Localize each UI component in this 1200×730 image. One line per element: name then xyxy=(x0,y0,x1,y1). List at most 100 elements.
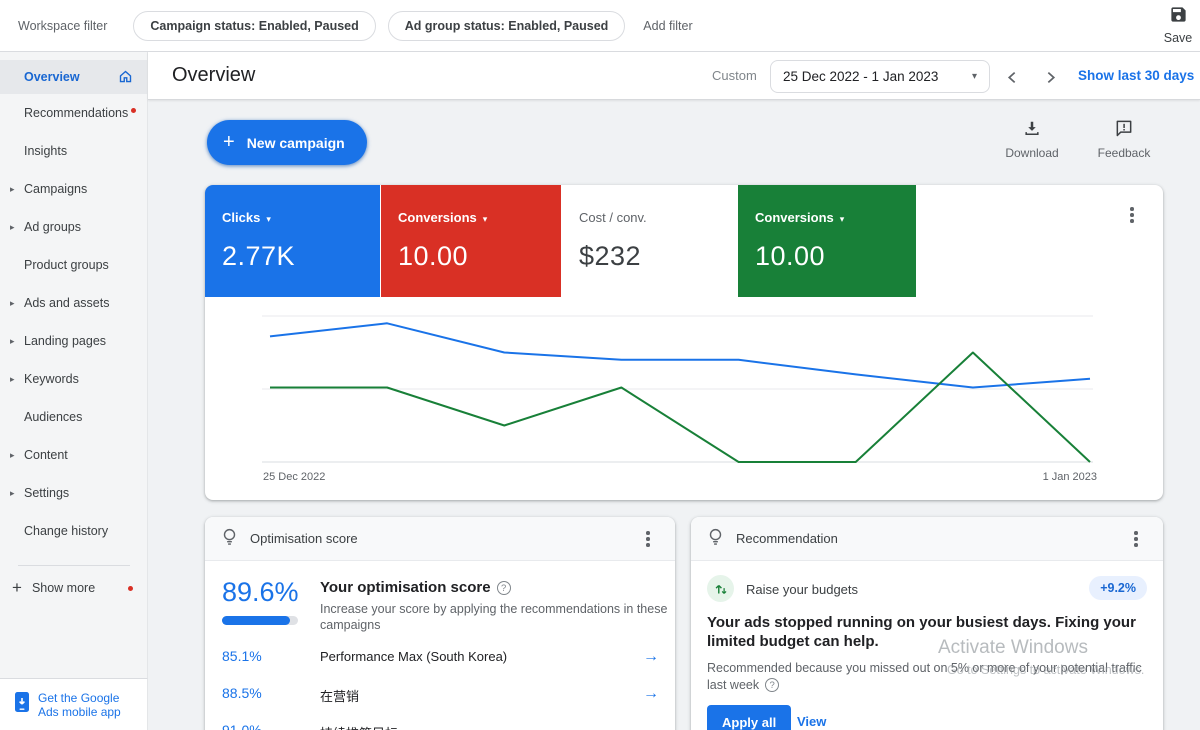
metric-card-conversions[interactable]: Conversions▾ 10.00 xyxy=(381,185,562,297)
chevron-down-icon: ▾ xyxy=(483,214,488,224)
metric-card-clicks[interactable]: Clicks▾ 2.77K xyxy=(205,185,381,297)
save-button[interactable]: Save xyxy=(1148,5,1200,45)
sidebar-item-product-groups[interactable]: Product groups xyxy=(0,246,147,284)
workspace-filter-label: Workspace filter xyxy=(18,19,107,33)
optimisation-score-progress-bar xyxy=(222,616,298,625)
sidebar-item-audiences[interactable]: Audiences xyxy=(0,398,147,436)
sidebar-item-label: Ad groups xyxy=(24,220,81,234)
sidebar-item-content[interactable]: ▸ Content xyxy=(0,436,147,474)
download-label: Download xyxy=(1000,146,1064,160)
chart-card-menu-button[interactable] xyxy=(1123,205,1141,225)
date-range-selector[interactable]: 25 Dec 2022 - 1 Jan 2023 ▾ xyxy=(770,60,990,93)
optimisation-subtitle: Increase your score by applying the reco… xyxy=(320,601,668,633)
campaign-score-row[interactable]: 91.0% 持续推筹目标 → xyxy=(205,722,675,730)
sidebar-item-ad-groups[interactable]: ▸ Ad groups xyxy=(0,208,147,246)
previous-period-button[interactable] xyxy=(1000,65,1024,89)
download-button[interactable]: Download xyxy=(1000,118,1064,160)
campaign-status-filter-chip[interactable]: Campaign status: Enabled, Paused xyxy=(133,11,375,41)
right-arrow-icon[interactable]: → xyxy=(643,685,659,703)
card-header: Recommendation xyxy=(691,517,1163,561)
plus-icon: + xyxy=(223,131,235,154)
sidebar-item-ads-and-assets[interactable]: ▸ Ads and assets xyxy=(0,284,147,322)
campaign-score: 91.0% xyxy=(222,722,262,730)
show-last-30-days-button[interactable]: Show last 30 days xyxy=(1078,68,1194,83)
card-title: Optimisation score xyxy=(250,531,358,546)
sidebar-item-label: Landing pages xyxy=(24,334,106,348)
sidebar-item-landing-pages[interactable]: ▸ Landing pages xyxy=(0,322,147,360)
sidebar-divider xyxy=(18,565,130,566)
sidebar-item-insights[interactable]: Insights xyxy=(0,132,147,170)
metric-value: 10.00 xyxy=(755,241,916,272)
sidebar-item-label: Audiences xyxy=(24,410,82,424)
recommendation-item-title[interactable]: Raise your budgets xyxy=(746,582,858,597)
optimisation-card-menu-button[interactable] xyxy=(639,529,657,549)
feedback-button[interactable]: Feedback xyxy=(1092,118,1156,160)
sidebar-item-settings[interactable]: ▸ Settings xyxy=(0,474,147,512)
help-icon[interactable]: ? xyxy=(765,678,779,692)
new-campaign-label: New campaign xyxy=(247,135,345,151)
sidebar: Overview Recommendations Insights ▸ Camp… xyxy=(0,52,148,730)
optimisation-title: Your optimisation score? xyxy=(320,579,511,596)
campaign-score: 88.5% xyxy=(222,685,262,701)
recommendation-card-menu-button[interactable] xyxy=(1127,529,1145,549)
right-arrow-icon[interactable]: → xyxy=(643,648,659,666)
add-filter-button[interactable]: Add filter xyxy=(643,19,692,33)
expand-arrow-icon: ▸ xyxy=(10,336,15,347)
ad-group-status-filter-chip[interactable]: Ad group status: Enabled, Paused xyxy=(388,11,626,41)
x-axis-end-label: 1 Jan 2023 xyxy=(1043,471,1097,483)
uplift-badge: +9.2% xyxy=(1089,576,1147,600)
right-arrow-icon[interactable]: → xyxy=(643,722,659,730)
campaign-score-row[interactable]: 88.5% 在营销 → xyxy=(205,685,675,709)
campaign-status-filter-label: Campaign status: Enabled, Paused xyxy=(150,19,358,33)
campaign-name: 持续推筹目标 xyxy=(320,723,398,730)
metric-card-conversions-2[interactable]: Conversions ▾ 10.00 xyxy=(738,185,917,297)
view-button[interactable]: View xyxy=(797,714,826,729)
home-icon xyxy=(118,69,133,87)
mobile-app-link[interactable]: Get the Google Ads mobile app xyxy=(0,678,148,730)
sidebar-item-keywords[interactable]: ▸ Keywords xyxy=(0,360,147,398)
apply-all-button[interactable]: Apply all xyxy=(707,705,791,730)
campaign-score: 85.1% xyxy=(222,648,262,664)
recommendation-card: Recommendation Raise your budgets +9.2% … xyxy=(691,517,1163,730)
feedback-icon xyxy=(1114,125,1134,142)
notification-dot xyxy=(128,586,133,591)
sidebar-item-label: Recommendations xyxy=(24,106,128,120)
show-more-button[interactable]: + Show more xyxy=(0,575,147,601)
save-icon xyxy=(1169,11,1188,28)
content-area: + New campaign Download Feedback Clicks ▾… xyxy=(148,100,1200,730)
sidebar-item-overview[interactable]: Overview xyxy=(0,60,147,94)
sidebar-item-label: Campaigns xyxy=(24,182,87,196)
x-axis-start-label: 25 Dec 2022 xyxy=(263,471,325,483)
google-ads-overview-screen: Workspace filter Campaign status: Enable… xyxy=(0,0,1200,730)
campaign-name: Performance Max (South Korea) xyxy=(320,649,507,664)
metric-label: Conversions xyxy=(755,210,834,225)
campaign-score-row[interactable]: 85.1% Performance Max (South Korea) → xyxy=(205,648,675,672)
sidebar-item-label: Change history xyxy=(24,524,108,538)
metric-label: Clicks xyxy=(222,210,260,225)
metric-card-cost-per-conv[interactable]: Cost / conv.▾ $232 xyxy=(562,185,738,297)
chevron-down-icon: ▾ xyxy=(840,214,845,224)
trend-line-chart xyxy=(205,297,1163,497)
performance-chart-card: Clicks▾ 2.77K Conversions▾ 10.00 Cost / … xyxy=(205,185,1163,500)
sidebar-item-recommendations[interactable]: Recommendations xyxy=(0,94,147,132)
sidebar-item-label: Ads and assets xyxy=(24,296,109,310)
sidebar-item-campaigns[interactable]: ▸ Campaigns xyxy=(0,170,147,208)
mobile-phone-icon xyxy=(14,691,30,718)
next-period-button[interactable] xyxy=(1038,65,1062,89)
feedback-label: Feedback xyxy=(1092,146,1156,160)
date-range-type-label: Custom xyxy=(712,68,757,83)
sidebar-item-label: Overview xyxy=(24,70,80,84)
sidebar-item-change-history[interactable]: Change history xyxy=(0,512,147,550)
help-icon[interactable]: ? xyxy=(497,581,511,595)
metric-value: $232 xyxy=(579,241,737,272)
recommendation-reason: Recommended because you missed out on 5%… xyxy=(707,660,1149,694)
expand-arrow-icon: ▸ xyxy=(10,222,15,233)
card-header: Optimisation score xyxy=(205,517,675,561)
optimisation-score-value: 89.6% xyxy=(222,577,299,608)
chevron-down-icon: ▾ xyxy=(266,214,271,224)
sidebar-item-label: Settings xyxy=(24,486,69,500)
expand-arrow-icon: ▸ xyxy=(10,374,15,385)
chevron-down-icon: ▾ xyxy=(972,71,977,82)
new-campaign-button[interactable]: + New campaign xyxy=(207,120,367,165)
sidebar-item-label: Insights xyxy=(24,144,67,158)
